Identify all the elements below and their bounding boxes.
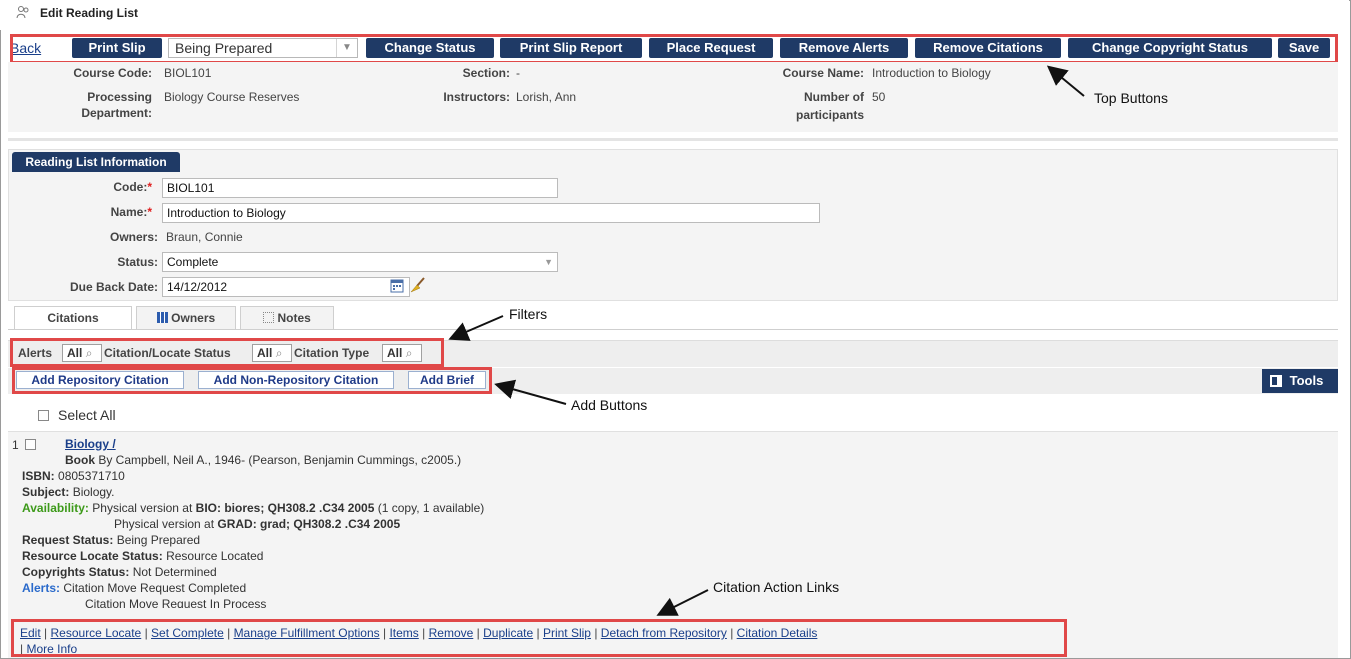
top-buttons-annotation: Top Buttons — [1094, 90, 1168, 106]
top-buttons-arrow — [1046, 65, 1085, 97]
filters-arrow — [448, 315, 504, 341]
add-buttons-arrow — [494, 379, 567, 405]
action-links-arrow — [656, 589, 709, 616]
add-buttons-annotation: Add Buttons — [571, 397, 648, 413]
action-links-annotation: Citation Action Links — [713, 579, 840, 595]
filters-annotation: Filters — [509, 306, 548, 322]
